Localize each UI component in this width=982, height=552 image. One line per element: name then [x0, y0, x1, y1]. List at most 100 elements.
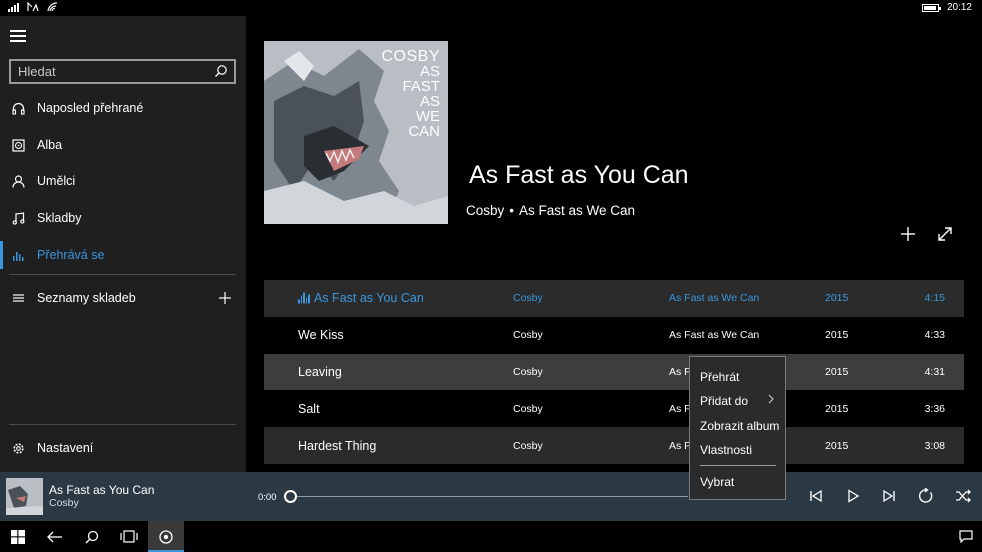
- groove-music-taskbar-button[interactable]: [148, 521, 184, 552]
- nav-item-recently-played[interactable]: Naposled přehrané: [0, 90, 246, 126]
- menu-item-add-to[interactable]: Přidat do: [700, 394, 748, 408]
- track-duration: 4:15: [924, 292, 945, 305]
- track-title: Salt: [298, 401, 320, 416]
- menu-item-select[interactable]: Vybrat: [700, 475, 734, 489]
- full-screen-icon[interactable]: [936, 225, 954, 243]
- seek-slider-thumb[interactable]: [284, 490, 297, 503]
- nav-item-playlists[interactable]: Seznamy skladeb: [0, 280, 246, 316]
- track-artist: Cosby: [513, 329, 543, 342]
- now-playing-title: As Fast as You Can: [49, 483, 155, 497]
- artist-link[interactable]: Cosby: [466, 203, 504, 218]
- previous-icon[interactable]: [808, 488, 824, 504]
- album-link[interactable]: As Fast as We Can: [519, 203, 635, 218]
- shuffle-icon[interactable]: [955, 488, 971, 504]
- music-note-icon: [11, 211, 25, 225]
- divider: [9, 424, 236, 425]
- track-title: Hardest Thing: [298, 438, 377, 453]
- track-row[interactable]: As Fast as You Can Cosby As Fast as We C…: [264, 280, 964, 317]
- track-duration: 3:08: [924, 439, 945, 452]
- track-title: Leaving: [298, 364, 342, 379]
- album-thumbnail-art: [6, 478, 43, 515]
- clock: 20:12: [946, 2, 972, 13]
- back-button[interactable]: [37, 521, 73, 552]
- nav-item-label: Seznamy skladeb: [37, 291, 136, 305]
- nav-item-artists[interactable]: Umělci: [0, 163, 246, 199]
- track-duration: 4:31: [924, 365, 945, 378]
- track-artist: Cosby: [513, 402, 543, 415]
- nav-item-label: Alba: [37, 138, 63, 152]
- search-input[interactable]: [18, 64, 208, 79]
- track-duration: 4:33: [924, 329, 945, 342]
- now-playing-thumbnail[interactable]: [6, 478, 43, 515]
- track-artist: Cosby: [513, 365, 543, 378]
- main-content: COSBY AS FAST AS WE CAN As Fast as You C…: [246, 16, 982, 472]
- nav-item-label: Nastavení: [37, 441, 94, 455]
- track-row[interactable]: We Kiss Cosby As Fast as We Can 2015 4:3…: [264, 317, 964, 354]
- track-row[interactable]: Hardest Thing Cosby As Fa 2015 3:08: [264, 427, 964, 464]
- menu-separator: [700, 465, 776, 466]
- action-center-button[interactable]: [948, 521, 982, 552]
- search-icon: [85, 530, 99, 543]
- track-artist: Cosby: [513, 439, 543, 452]
- signal-roaming-icon: [27, 2, 39, 12]
- nav-item-label: Skladby: [37, 211, 82, 225]
- track-year: 2015: [825, 439, 849, 452]
- now-playing-artist: Cosby: [49, 497, 79, 509]
- elapsed-time: 0:00: [258, 492, 277, 503]
- nav-item-albums[interactable]: Alba: [0, 127, 246, 163]
- track-year: 2015: [825, 292, 849, 305]
- track-year: 2015: [825, 365, 849, 378]
- now-playing-icon: [298, 292, 310, 304]
- repeat-icon[interactable]: [918, 488, 934, 504]
- track-list: As Fast as You Can Cosby As Fast as We C…: [264, 280, 964, 464]
- status-icons-left: [8, 2, 58, 12]
- back-arrow-icon: [47, 531, 62, 542]
- next-icon[interactable]: [881, 488, 897, 504]
- task-view-button[interactable]: [111, 521, 147, 552]
- search-taskbar-button[interactable]: [74, 521, 110, 552]
- gear-icon: [11, 441, 25, 455]
- track-album: As Fast as We Can: [669, 329, 760, 342]
- track-year: 2015: [825, 402, 849, 415]
- now-playing-bar: As Fast as You Can Cosby 0:00: [0, 472, 982, 521]
- menu-item-play[interactable]: Přehrát: [700, 370, 739, 384]
- hamburger-menu-icon[interactable]: [10, 30, 26, 42]
- status-bar: 20:12: [0, 0, 982, 16]
- add-to-icon[interactable]: [899, 225, 917, 243]
- menu-item-properties[interactable]: Vlastnosti: [700, 443, 752, 457]
- album-cover-text: COSBY AS FAST AS WE CAN: [381, 48, 440, 140]
- notification-icon: [959, 530, 973, 543]
- play-icon[interactable]: [845, 488, 861, 504]
- nav-item-now-playing[interactable]: Přehrává se: [0, 237, 246, 273]
- album-cover[interactable]: COSBY AS FAST AS WE CAN: [264, 41, 448, 224]
- track-row[interactable]: Leaving Cosby As Fa 2015 4:31: [264, 353, 964, 391]
- person-icon: [11, 174, 25, 188]
- sidebar: Naposled přehrané Alba Umělci Skladby Př…: [0, 16, 246, 472]
- add-playlist-icon[interactable]: [218, 291, 232, 305]
- song-subtitle: Cosby • As Fast as We Can: [466, 203, 635, 218]
- track-year: 2015: [825, 329, 849, 342]
- track-duration: 3:36: [924, 402, 945, 415]
- track-row[interactable]: Salt Cosby As Fa 2015 3:36: [264, 390, 964, 427]
- search-box[interactable]: [9, 59, 236, 84]
- song-title: As Fast as You Can: [469, 161, 689, 189]
- nav-item-label: Naposled přehrané: [37, 101, 144, 115]
- divider: [9, 274, 236, 275]
- signal-strength-icon: [8, 2, 19, 12]
- nav-item-settings[interactable]: Nastavení: [0, 430, 246, 466]
- chevron-right-icon: [768, 394, 774, 404]
- search-icon[interactable]: [214, 64, 228, 78]
- taskbar: [0, 521, 982, 552]
- start-button[interactable]: [0, 521, 36, 552]
- seek-track[interactable]: [292, 496, 688, 497]
- wifi-icon: [47, 2, 58, 12]
- windows-logo-icon: [11, 529, 25, 544]
- nav-item-songs[interactable]: Skladby: [0, 200, 246, 236]
- album-icon: [11, 138, 25, 152]
- separator: •: [509, 203, 514, 218]
- menu-item-show-album[interactable]: Zobrazit album: [700, 419, 779, 433]
- status-icons-right: 20:12: [921, 2, 972, 13]
- nav-item-label: Přehrává se: [37, 248, 105, 262]
- context-menu: Přehrát Přidat do Zobrazit album Vlastno…: [689, 356, 786, 500]
- nav-item-label: Umělci: [37, 174, 76, 188]
